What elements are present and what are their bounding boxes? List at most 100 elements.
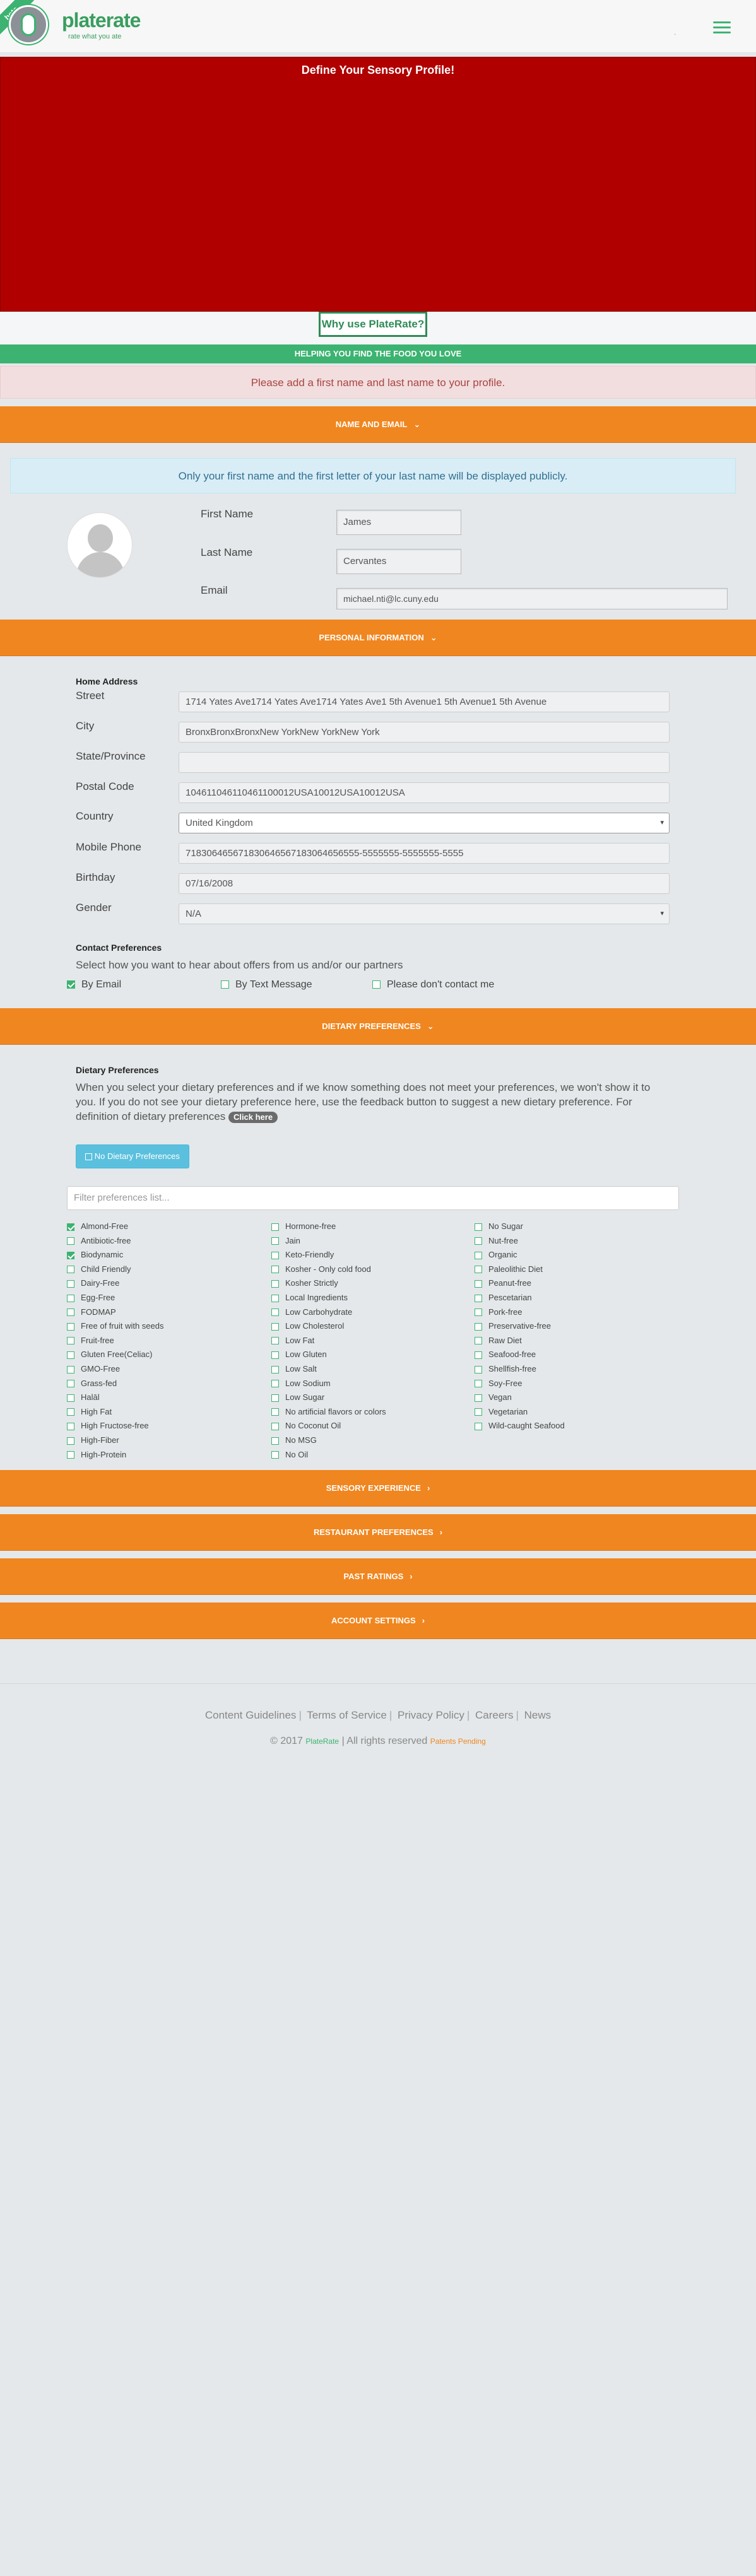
section-account-settings[interactable]: ACCOUNT SETTINGS › <box>0 1603 756 1639</box>
dietary-preference-item[interactable]: High-Fiber <box>67 1435 119 1445</box>
mobile-phone-input[interactable]: 718306465671830646567183064656555-555555… <box>179 843 670 864</box>
dietary-preference-item[interactable]: Paleolithic Diet <box>475 1264 543 1274</box>
avatar-icon[interactable] <box>67 512 133 578</box>
why-use-platerate-button[interactable]: Why use PlateRate? <box>319 312 427 337</box>
checkbox-icon[interactable] <box>475 1337 482 1345</box>
last-name-input[interactable]: Cervantes <box>336 549 461 574</box>
dietary-preference-item[interactable]: Jain <box>271 1236 300 1245</box>
checkbox-icon[interactable] <box>372 980 381 989</box>
street-input[interactable]: 1714 Yates Ave1714 Yates Ave1714 Yates A… <box>179 691 670 712</box>
checkbox-icon[interactable] <box>475 1408 482 1416</box>
checkbox-icon[interactable] <box>271 1408 279 1416</box>
dietary-preference-item[interactable]: Kosher Strictly <box>271 1278 338 1288</box>
dietary-preference-item[interactable]: Low Cholesterol <box>271 1321 344 1331</box>
dietary-preference-item[interactable]: High-Protein <box>67 1450 126 1459</box>
dietary-preference-item[interactable]: Peanut-free <box>475 1278 531 1288</box>
checkbox-icon[interactable] <box>67 1322 74 1331</box>
dietary-preference-item[interactable]: Local Ingredients <box>271 1293 348 1302</box>
dietary-preference-item[interactable]: Wild-caught Seafood <box>475 1421 565 1430</box>
checkbox-icon[interactable] <box>271 1422 279 1430</box>
checkbox-icon[interactable] <box>271 1279 279 1288</box>
checkbox-icon[interactable] <box>271 1380 279 1388</box>
checkbox-icon[interactable] <box>271 1237 279 1245</box>
dietary-preference-item[interactable]: Almond-Free <box>67 1221 128 1231</box>
dietary-preference-item[interactable]: Child Friendly <box>67 1264 131 1274</box>
dietary-preference-item[interactable]: No MSG <box>271 1435 317 1445</box>
checkbox-icon[interactable] <box>271 1365 279 1373</box>
email-input[interactable]: michael.nti@lc.cuny.edu <box>336 588 728 609</box>
dietary-preference-item[interactable]: Soy-Free <box>475 1379 522 1388</box>
no-dietary-preferences-button[interactable]: No Dietary Preferences <box>76 1144 189 1168</box>
first-name-input[interactable]: James <box>336 510 461 535</box>
checkbox-icon[interactable] <box>475 1251 482 1259</box>
contact-option-email[interactable]: By Email <box>67 979 121 991</box>
checkbox-icon[interactable] <box>475 1351 482 1359</box>
dietary-preference-item[interactable]: Vegan <box>475 1392 512 1402</box>
checkbox-icon[interactable] <box>475 1422 482 1430</box>
brand-name[interactable]: platerate <box>62 9 141 32</box>
dietary-preference-item[interactable]: Nut-free <box>475 1236 518 1245</box>
click-here-link[interactable]: Click here <box>228 1112 278 1123</box>
checkbox-icon[interactable] <box>271 1266 279 1274</box>
logo-icon[interactable] <box>9 5 48 44</box>
filter-preferences-input[interactable]: Filter preferences list... <box>67 1186 679 1210</box>
dietary-preference-item[interactable]: No Coconut Oil <box>271 1421 341 1430</box>
checkbox-icon[interactable] <box>271 1351 279 1359</box>
city-input[interactable]: BronxBronxBronxNew YorkNew YorkNew York <box>179 722 670 743</box>
checkbox-checked-icon[interactable] <box>67 980 75 989</box>
checkbox-icon[interactable] <box>475 1365 482 1373</box>
dietary-preference-item[interactable]: Fruit-free <box>67 1336 114 1345</box>
checkbox-icon[interactable] <box>475 1309 482 1317</box>
checkbox-icon[interactable] <box>475 1394 482 1402</box>
dietary-preference-item[interactable]: Antibiotic-free <box>67 1236 131 1245</box>
dietary-preference-item[interactable]: No Oil <box>271 1450 308 1459</box>
dietary-preference-item[interactable]: High Fructose-free <box>67 1421 149 1430</box>
dietary-preference-item[interactable]: Free of fruit with seeds <box>67 1321 164 1331</box>
checkbox-icon[interactable] <box>67 1279 74 1288</box>
checkbox-icon[interactable] <box>475 1237 482 1245</box>
checkbox-icon[interactable] <box>475 1266 482 1274</box>
checkbox-icon[interactable] <box>67 1351 74 1359</box>
section-name-email[interactable]: NAME AND EMAIL ⌄ <box>0 406 756 443</box>
footer-link-content-guidelines[interactable]: Content Guidelines <box>205 1709 297 1721</box>
dietary-preference-item[interactable]: FODMAP <box>67 1307 116 1317</box>
checkbox-icon[interactable] <box>67 1337 74 1345</box>
dietary-preference-item[interactable]: No artificial flavors or colors <box>271 1407 386 1416</box>
checkbox-icon[interactable] <box>271 1451 279 1459</box>
checkbox-icon[interactable] <box>67 1380 74 1388</box>
dietary-preference-item[interactable]: Preservative-free <box>475 1321 551 1331</box>
dietary-preference-item[interactable]: Grass-fed <box>67 1379 117 1388</box>
gender-select[interactable]: N/A ▾ <box>179 903 670 924</box>
dietary-preference-item[interactable]: Kosher - Only cold food <box>271 1264 371 1274</box>
checkbox-icon[interactable] <box>67 1451 74 1459</box>
checkbox-icon[interactable] <box>67 1408 74 1416</box>
dietary-preference-item[interactable]: Keto-Friendly <box>271 1250 334 1259</box>
checkbox-icon[interactable] <box>67 1309 74 1317</box>
checkbox-icon[interactable] <box>67 1294 74 1302</box>
checkbox-icon[interactable] <box>67 1437 74 1445</box>
dietary-preference-item[interactable]: Low Sugar <box>271 1392 324 1402</box>
checkbox-icon[interactable] <box>271 1294 279 1302</box>
dietary-preference-item[interactable]: Pork-free <box>475 1307 522 1317</box>
section-past-ratings[interactable]: PAST RATINGS › <box>0 1558 756 1595</box>
checkbox-icon[interactable] <box>271 1394 279 1402</box>
footer-link-terms[interactable]: Terms of Service <box>307 1709 387 1721</box>
dietary-preference-item[interactable]: Low Carbohydrate <box>271 1307 352 1317</box>
country-select[interactable]: United Kingdom ▾ <box>179 813 670 833</box>
checkbox-icon[interactable] <box>271 1322 279 1331</box>
dietary-preference-item[interactable]: GMO-Free <box>67 1364 120 1373</box>
dietary-preference-item[interactable]: Vegetarian <box>475 1407 528 1416</box>
checkbox-checked-icon[interactable] <box>67 1223 74 1231</box>
checkbox-icon[interactable] <box>271 1309 279 1317</box>
dietary-preference-item[interactable]: Low Salt <box>271 1364 317 1373</box>
section-dietary-preferences[interactable]: DIETARY PREFERENCES ⌄ <box>0 1008 756 1045</box>
footer-link-news[interactable]: News <box>524 1709 552 1721</box>
dietary-preference-item[interactable]: Dairy-Free <box>67 1278 119 1288</box>
checkbox-checked-icon[interactable] <box>67 1251 74 1259</box>
checkbox-icon[interactable] <box>271 1223 279 1231</box>
dietary-preference-item[interactable]: Egg-Free <box>67 1293 115 1302</box>
dietary-preference-item[interactable]: Halāl <box>67 1392 100 1402</box>
footer-link-careers[interactable]: Careers <box>475 1709 513 1721</box>
dietary-preference-item[interactable]: Hormone-free <box>271 1221 336 1231</box>
checkbox-icon[interactable] <box>67 1365 74 1373</box>
